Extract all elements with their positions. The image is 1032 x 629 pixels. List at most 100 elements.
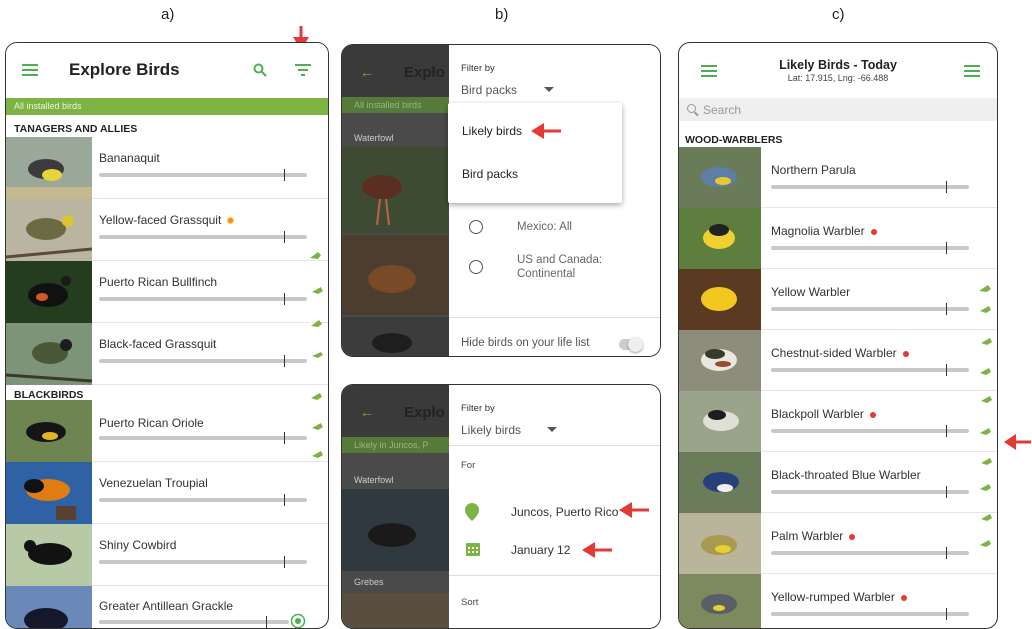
bird-photo: [679, 574, 761, 628]
search-icon[interactable]: [253, 63, 267, 77]
dimmed-strip: All installed birds: [342, 97, 449, 113]
lifer-dot-icon: [870, 228, 877, 235]
dimmed-strip: Likely in Juncos, P: [342, 437, 449, 453]
bird-name: Greater Antillean Grackle: [99, 599, 234, 613]
list-item[interactable]: Magnolia Warbler: [679, 208, 997, 269]
panel-label-c: c): [832, 6, 845, 23]
bird-photo: [679, 391, 761, 452]
bird-photo: [679, 147, 761, 208]
filter-status-text: All installed birds: [14, 101, 82, 111]
section-header: WOOD-WARBLERS: [685, 134, 783, 146]
location-target-icon[interactable]: [290, 613, 306, 629]
frequency-bar: [771, 242, 969, 254]
list-item[interactable]: Puerto Rican Oriole: [6, 400, 328, 462]
radio-button[interactable]: [469, 260, 483, 274]
bird-photo: [679, 513, 761, 574]
search-icon: [687, 104, 696, 113]
bird-name: Puerto Rican Bullfinch: [99, 275, 218, 289]
list-item[interactable]: Yellow-faced Grassquit: [6, 199, 328, 261]
frequency-bar: [99, 355, 307, 367]
calendar-icon: [466, 543, 480, 556]
filter-select[interactable]: Bird packs: [461, 83, 517, 97]
chevron-down-icon[interactable]: [544, 87, 554, 92]
bird-name-row: Chestnut-sided Warbler: [771, 346, 909, 360]
filter-status-strip[interactable]: All installed birds: [6, 98, 328, 115]
bird-name-row: Palm Warbler: [771, 529, 856, 543]
list-item[interactable]: Palm Warbler: [679, 513, 997, 574]
bird-photo: [679, 330, 761, 391]
dimmed-section: Waterfowl: [354, 133, 394, 143]
menu-item-likely-birds[interactable]: Likely birds: [462, 124, 522, 138]
dimmed-strip-text: All installed birds: [354, 100, 422, 110]
hide-life-list-toggle[interactable]: [619, 337, 643, 352]
back-arrow-icon: ←: [360, 404, 374, 420]
bird-photo: [679, 208, 761, 269]
bird-name: Palm Warbler: [771, 529, 844, 543]
search-bar[interactable]: Search: [679, 98, 997, 121]
dimmed-section: Waterfowl: [354, 475, 394, 485]
bird-photo: [6, 199, 92, 261]
dimmed-strip-text: Likely in Juncos, P: [354, 440, 429, 450]
list-item[interactable]: Greater Antillean Grackle: [6, 586, 328, 629]
menu-icon[interactable]: [22, 64, 38, 76]
coordinates-readout: Lat: 17.915, Lng: -66.488: [787, 73, 889, 83]
list-item[interactable]: Venezuelan Troupial: [6, 462, 328, 524]
frequency-bar: [771, 486, 969, 498]
frequency-bar: [99, 616, 289, 628]
lifer-dot-icon: [902, 350, 909, 357]
frequency-bar: [771, 425, 969, 437]
frequency-bar: [771, 181, 969, 193]
bird-name-row: Blackpoll Warbler: [771, 407, 876, 421]
bird-name: Magnolia Warbler: [771, 224, 865, 238]
filter-by-label: Filter by: [461, 403, 495, 414]
frequency-bar: [99, 293, 307, 305]
list-item[interactable]: Black-throated Blue Warbler: [679, 452, 997, 513]
chevron-down-icon[interactable]: [547, 427, 557, 432]
date-value[interactable]: January 12: [511, 543, 570, 557]
bird-photo: [342, 317, 449, 356]
dimmed-section: Grebes: [354, 577, 384, 587]
dimmed-title: Explo: [404, 404, 445, 421]
bird-photo: [342, 147, 449, 233]
likely-bird-indicator-icon: [979, 285, 992, 547]
radio-label: US and Canada: Continental: [517, 254, 603, 280]
likely-bird-indicator-icon: [310, 252, 323, 458]
filter-dropdown-menu: Likely birds Bird packs: [448, 103, 622, 203]
frequency-bar: [99, 169, 307, 181]
bird-photo: [6, 137, 92, 199]
list-item[interactable]: Chestnut-sided Warbler: [679, 330, 997, 391]
menu-item-bird-packs[interactable]: Bird packs: [462, 167, 518, 181]
bird-photo: [342, 235, 449, 315]
list-item[interactable]: Black-faced Grassquit: [6, 323, 328, 385]
bird-photo: [342, 489, 449, 571]
sort-label: Sort: [461, 597, 479, 608]
filter-drawer-screen: ← Explo All installed birds Waterfowl Fi…: [341, 44, 661, 357]
list-item[interactable]: Shiny Cowbird: [6, 524, 328, 586]
bird-name: Yellow-faced Grassquit: [99, 213, 222, 227]
filter-select[interactable]: Likely birds: [461, 423, 521, 437]
filter-icon[interactable]: [295, 64, 311, 76]
list-item[interactable]: Northern Parula: [679, 147, 997, 208]
radio-button[interactable]: [469, 220, 483, 234]
search-input[interactable]: Search: [703, 103, 741, 117]
filter-drawer-screen-likely: ← Explo Likely in Juncos, P Waterfowl Gr…: [341, 384, 661, 629]
location-value[interactable]: Juncos, Puerto Rico: [511, 505, 618, 519]
list-item[interactable]: Yellow Warbler: [679, 269, 997, 330]
bird-photo: [6, 261, 92, 323]
explore-birds-screen: Explore Birds All installed birds TANAGE…: [5, 42, 329, 629]
bird-name: Black-throated Blue Warbler: [771, 468, 921, 482]
page-title: Likely Birds - Today: [779, 58, 897, 72]
list-item[interactable]: Blackpoll Warbler: [679, 391, 997, 452]
tune-settings-icon[interactable]: [964, 65, 980, 79]
filter-by-label: Filter by: [461, 63, 495, 74]
bird-name-row: Yellow-faced Grassquit: [99, 213, 235, 227]
bird-name-row: Yellow-rumped Warbler: [771, 590, 907, 604]
bird-name: Chestnut-sided Warbler: [771, 346, 897, 360]
list-item[interactable]: Puerto Rican Bullfinch: [6, 261, 328, 323]
for-label: For: [461, 460, 476, 471]
frequency-bar: [771, 364, 969, 376]
red-arrow-left-icon: [582, 542, 612, 558]
list-item[interactable]: Yellow-rumped Warbler: [679, 574, 997, 628]
list-item[interactable]: Bananaquit: [6, 137, 328, 199]
bird-photo: [6, 524, 92, 586]
